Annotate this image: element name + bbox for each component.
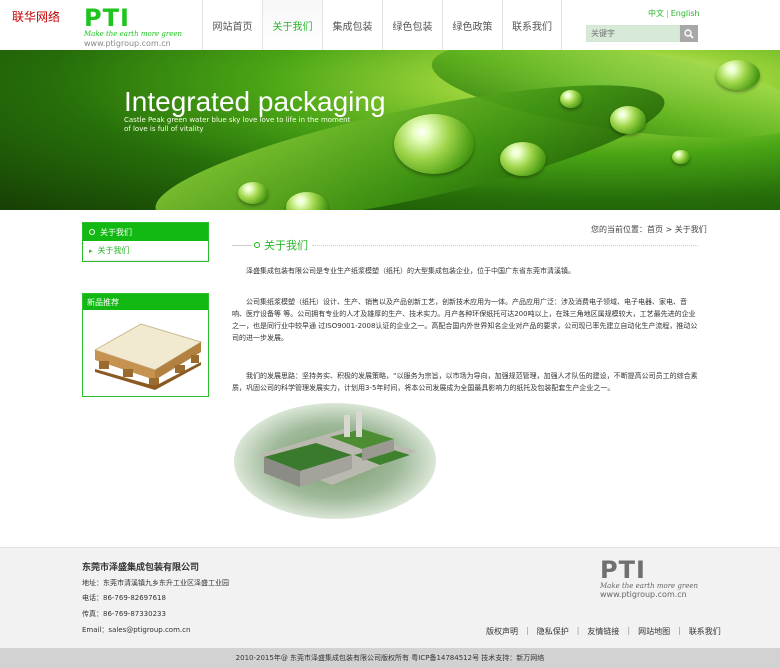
product-image[interactable] [83, 310, 208, 396]
section-title-text: 关于我们 [264, 239, 308, 252]
footer-links: 版权声明 | 隐私保护 | 友情链接 | 网站地图 | 联系我们 [486, 626, 721, 637]
logo-text: PTI [84, 4, 130, 32]
circle-icon [254, 242, 260, 248]
sidebar-item-label: 关于我们 [97, 246, 130, 255]
copyright-bar: 2010-2015年@ 东莞市泽盛集成包装有限公司版权所有 粤ICP备14784… [0, 648, 780, 668]
footer-link-privacy[interactable]: 隐私保护 [537, 626, 569, 637]
banner-title: Integrated packaging [124, 86, 386, 117]
sidebar-products-title: 新品推荐 [83, 294, 208, 310]
search-button[interactable] [680, 25, 698, 42]
footer-link-separator: | [576, 626, 580, 635]
sidebar-about-header: 关于我们 [83, 223, 208, 241]
business-paragraph: 公司集纸浆模塑（纸托）设计、生产、销售以及产品创新工艺，创新技术应用为一体。产品… [232, 298, 698, 342]
footer-logo-text: PTI [600, 556, 646, 584]
footer-fax: 传真：86-769-87330233 [82, 610, 166, 618]
nav-about[interactable]: 关于我们 [262, 0, 322, 50]
water-drop [238, 182, 268, 204]
pallet-image [93, 323, 203, 390]
divider [232, 245, 252, 246]
nav-home[interactable]: 网站首页 [202, 0, 262, 50]
sidebar-about: 关于我们 ▸ 关于我们 [82, 222, 209, 262]
breadcrumb-separator: > [665, 225, 673, 234]
sidebar-about-title: 关于我们 [100, 227, 132, 237]
logo-tagline: Make the earth more green [84, 30, 183, 38]
breadcrumb-current: 关于我们 [674, 225, 707, 234]
water-drop [500, 142, 546, 176]
arrow-right-icon: ▸ [89, 246, 93, 255]
sidebar-new-products: 新品推荐 [82, 293, 209, 397]
footer-logo-site: www.ptigroup.com.cn [600, 590, 687, 599]
main-nav: 网站首页 关于我们 集成包装 绿色包装 绿色政策 联系我们 [202, 0, 562, 50]
footer: 东莞市泽盛集成包装有限公司 地址：东莞市清溪镇九乡东升工业区泽盛工业园 电话：8… [0, 547, 780, 648]
nav-contact[interactable]: 联系我们 [502, 0, 562, 50]
footer-email: Email：sales@ptigroup.com.cn [82, 626, 191, 634]
footer-link-copyright[interactable]: 版权声明 [486, 626, 518, 637]
footer-link-contact[interactable]: 联系我们 [689, 626, 721, 637]
footer-logo-tagline: Make the earth more green [600, 582, 699, 590]
search-box [586, 25, 698, 42]
header: 联华网络 PTI Make the earth more green www.p… [0, 0, 780, 50]
water-drop [672, 150, 690, 164]
search-input[interactable] [586, 25, 680, 42]
language-switch: 中文 | English [648, 8, 700, 19]
water-drop [394, 114, 474, 174]
corner-tag: 联华网络 [12, 10, 61, 24]
footer-logo: PTI Make the earth more green www.ptigro… [600, 558, 698, 599]
section-title: 关于我们 [232, 237, 698, 253]
breadcrumb: 您的当前位置：首页 > 关于我们 [591, 224, 707, 235]
lang-cn-link[interactable]: 中文 [648, 9, 664, 18]
nav-green-policy[interactable]: 绿色政策 [442, 0, 502, 50]
breadcrumb-home[interactable]: 首页 [647, 225, 663, 234]
water-drop [560, 90, 582, 108]
breadcrumb-prefix: 您的当前位置： [591, 225, 647, 234]
strategy-paragraph: 我们的发展思路：坚持务实、积极的发展策略，“以服务为宗旨，以市场为导向，加强规范… [232, 372, 698, 392]
sidebar-item-about[interactable]: ▸ 关于我们 [83, 241, 208, 261]
divider [312, 245, 698, 246]
logo-site: www.ptigroup.com.cn [84, 39, 171, 48]
factory-image [234, 403, 436, 519]
footer-company: 东莞市泽盛集成包装有限公司 [82, 563, 200, 573]
water-drop [610, 106, 646, 134]
footer-link-separator: | [678, 626, 681, 635]
lang-en-link[interactable]: English [671, 9, 700, 18]
footer-link-separator: | [627, 626, 631, 635]
footer-address: 地址：东莞市清溪镇九乡东升工业区泽盛工业园 [82, 579, 229, 587]
circle-icon [89, 229, 95, 235]
intro-paragraph: 泽盛集成包装有限公司是专业生产纸浆模塑（纸托）的大型集成包装企业，位于中国广东省… [246, 267, 575, 275]
banner: Integrated packaging Castle Peak green w… [0, 50, 780, 210]
nav-green-packaging[interactable]: 绿色包装 [382, 0, 442, 50]
banner-subtitle: Castle Peak green water blue sky love lo… [124, 116, 351, 133]
lang-separator: | [666, 9, 669, 18]
footer-link-friends[interactable]: 友情链接 [587, 626, 619, 637]
footer-phone: 电话：86-769-82697618 [82, 594, 166, 602]
footer-link-sitemap[interactable]: 网站地图 [638, 626, 670, 637]
water-drop [716, 60, 760, 90]
nav-integrated-packaging[interactable]: 集成包装 [322, 0, 382, 50]
logo[interactable]: PTI Make the earth more green www.ptigro… [84, 6, 194, 48]
footer-link-separator: | [526, 626, 529, 635]
search-icon [684, 28, 694, 39]
